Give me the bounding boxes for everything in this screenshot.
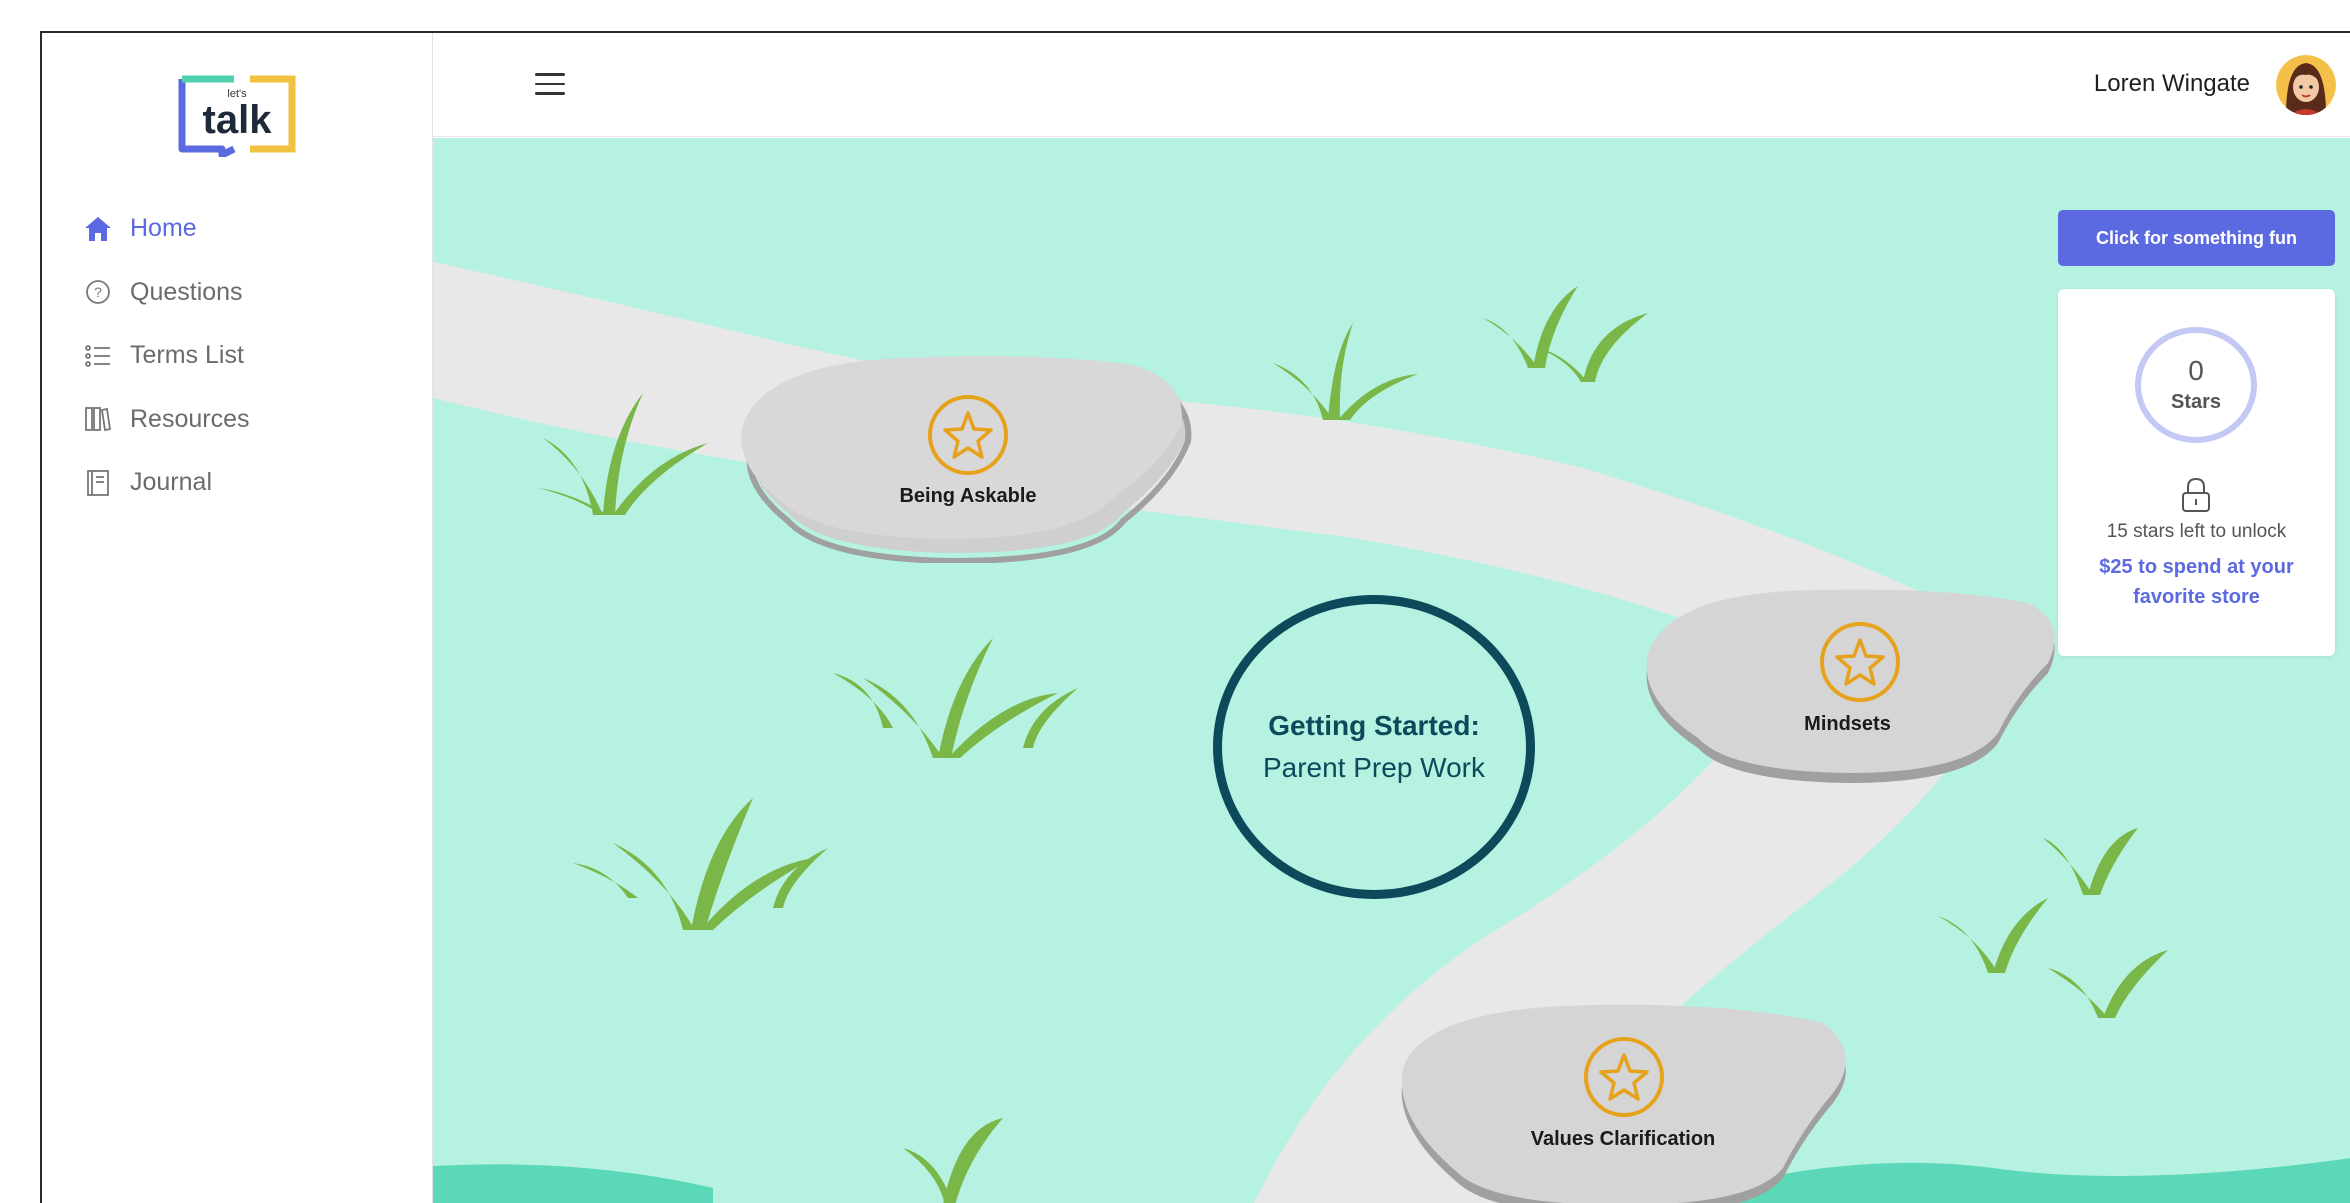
ground-left — [433, 1164, 713, 1203]
sidebar-item-label: Terms List — [130, 341, 244, 370]
sidebar: let's talk Home ? Questions Terms List R… — [42, 33, 433, 1203]
something-fun-button[interactable]: Click for something fun — [2058, 210, 2335, 266]
sidebar-nav: Home ? Questions Terms List Resources Jo… — [84, 197, 414, 515]
sidebar-item-label: Resources — [130, 404, 250, 433]
sidebar-item-label: Questions — [130, 277, 243, 306]
stone-being-askable[interactable]: Being Askable — [733, 353, 1203, 563]
learning-path-map: Being Askable Mindsets Values Clarificat… — [433, 138, 2350, 1203]
stars-count: 0 — [2188, 354, 2204, 386]
stone-label: Being Askable — [899, 485, 1037, 507]
lets-talk-logo[interactable]: let's talk — [172, 71, 302, 159]
star-icon — [928, 395, 1008, 475]
stars-card: 0 Stars 15 stars left to unlock $25 to s… — [2058, 289, 2335, 656]
getting-started-circle[interactable]: Getting Started: Parent Prep Work — [1213, 595, 1535, 899]
stars-label: Stars — [2170, 390, 2222, 413]
svg-text:talk: talk — [203, 98, 273, 142]
books-icon — [84, 405, 112, 433]
main-content: Loren Wingate Being Askable Mindsets Val… — [433, 33, 2350, 1203]
app-window: let's talk Home ? Questions Terms List R… — [40, 31, 2350, 1203]
stone-mindsets[interactable]: Mindsets — [1638, 583, 2063, 783]
sidebar-item-journal[interactable]: Journal — [84, 451, 414, 515]
center-subtitle: Parent Prep Work — [1262, 752, 1486, 783]
list-icon — [84, 342, 112, 370]
avatar[interactable] — [2276, 55, 2336, 115]
sidebar-item-label: Journal — [130, 468, 212, 497]
journal-icon — [84, 469, 112, 497]
sidebar-item-terms-list[interactable]: Terms List — [84, 324, 414, 388]
question-circle-icon: ? — [84, 278, 112, 306]
sidebar-item-label: Home — [130, 214, 197, 243]
stone-label: Mindsets — [1804, 713, 1891, 735]
star-icon — [1820, 622, 1900, 702]
center-title: Getting Started: — [1268, 710, 1480, 741]
user-name[interactable]: Loren Wingate — [2094, 70, 2250, 98]
unlock-text: 15 stars left to unlock — [2106, 521, 2287, 542]
top-bar: Loren Wingate — [433, 33, 2350, 137]
sidebar-item-resources[interactable]: Resources — [84, 388, 414, 452]
star-icon — [1584, 1037, 1664, 1117]
reward-text: $25 to spend at your favorite store — [2099, 556, 2294, 608]
stars-progress-ring: 0 Stars — [2135, 327, 2257, 443]
sidebar-item-home[interactable]: Home — [84, 197, 414, 261]
stone-label: Values Clarification — [1530, 1128, 1716, 1150]
home-icon — [84, 215, 112, 243]
svg-text:?: ? — [94, 284, 102, 300]
hamburger-icon[interactable] — [535, 73, 565, 97]
sidebar-item-questions[interactable]: ? Questions — [84, 261, 414, 325]
lock-icon — [2182, 477, 2210, 512]
stone-values-clarification[interactable]: Values Clarification — [1393, 998, 1853, 1203]
